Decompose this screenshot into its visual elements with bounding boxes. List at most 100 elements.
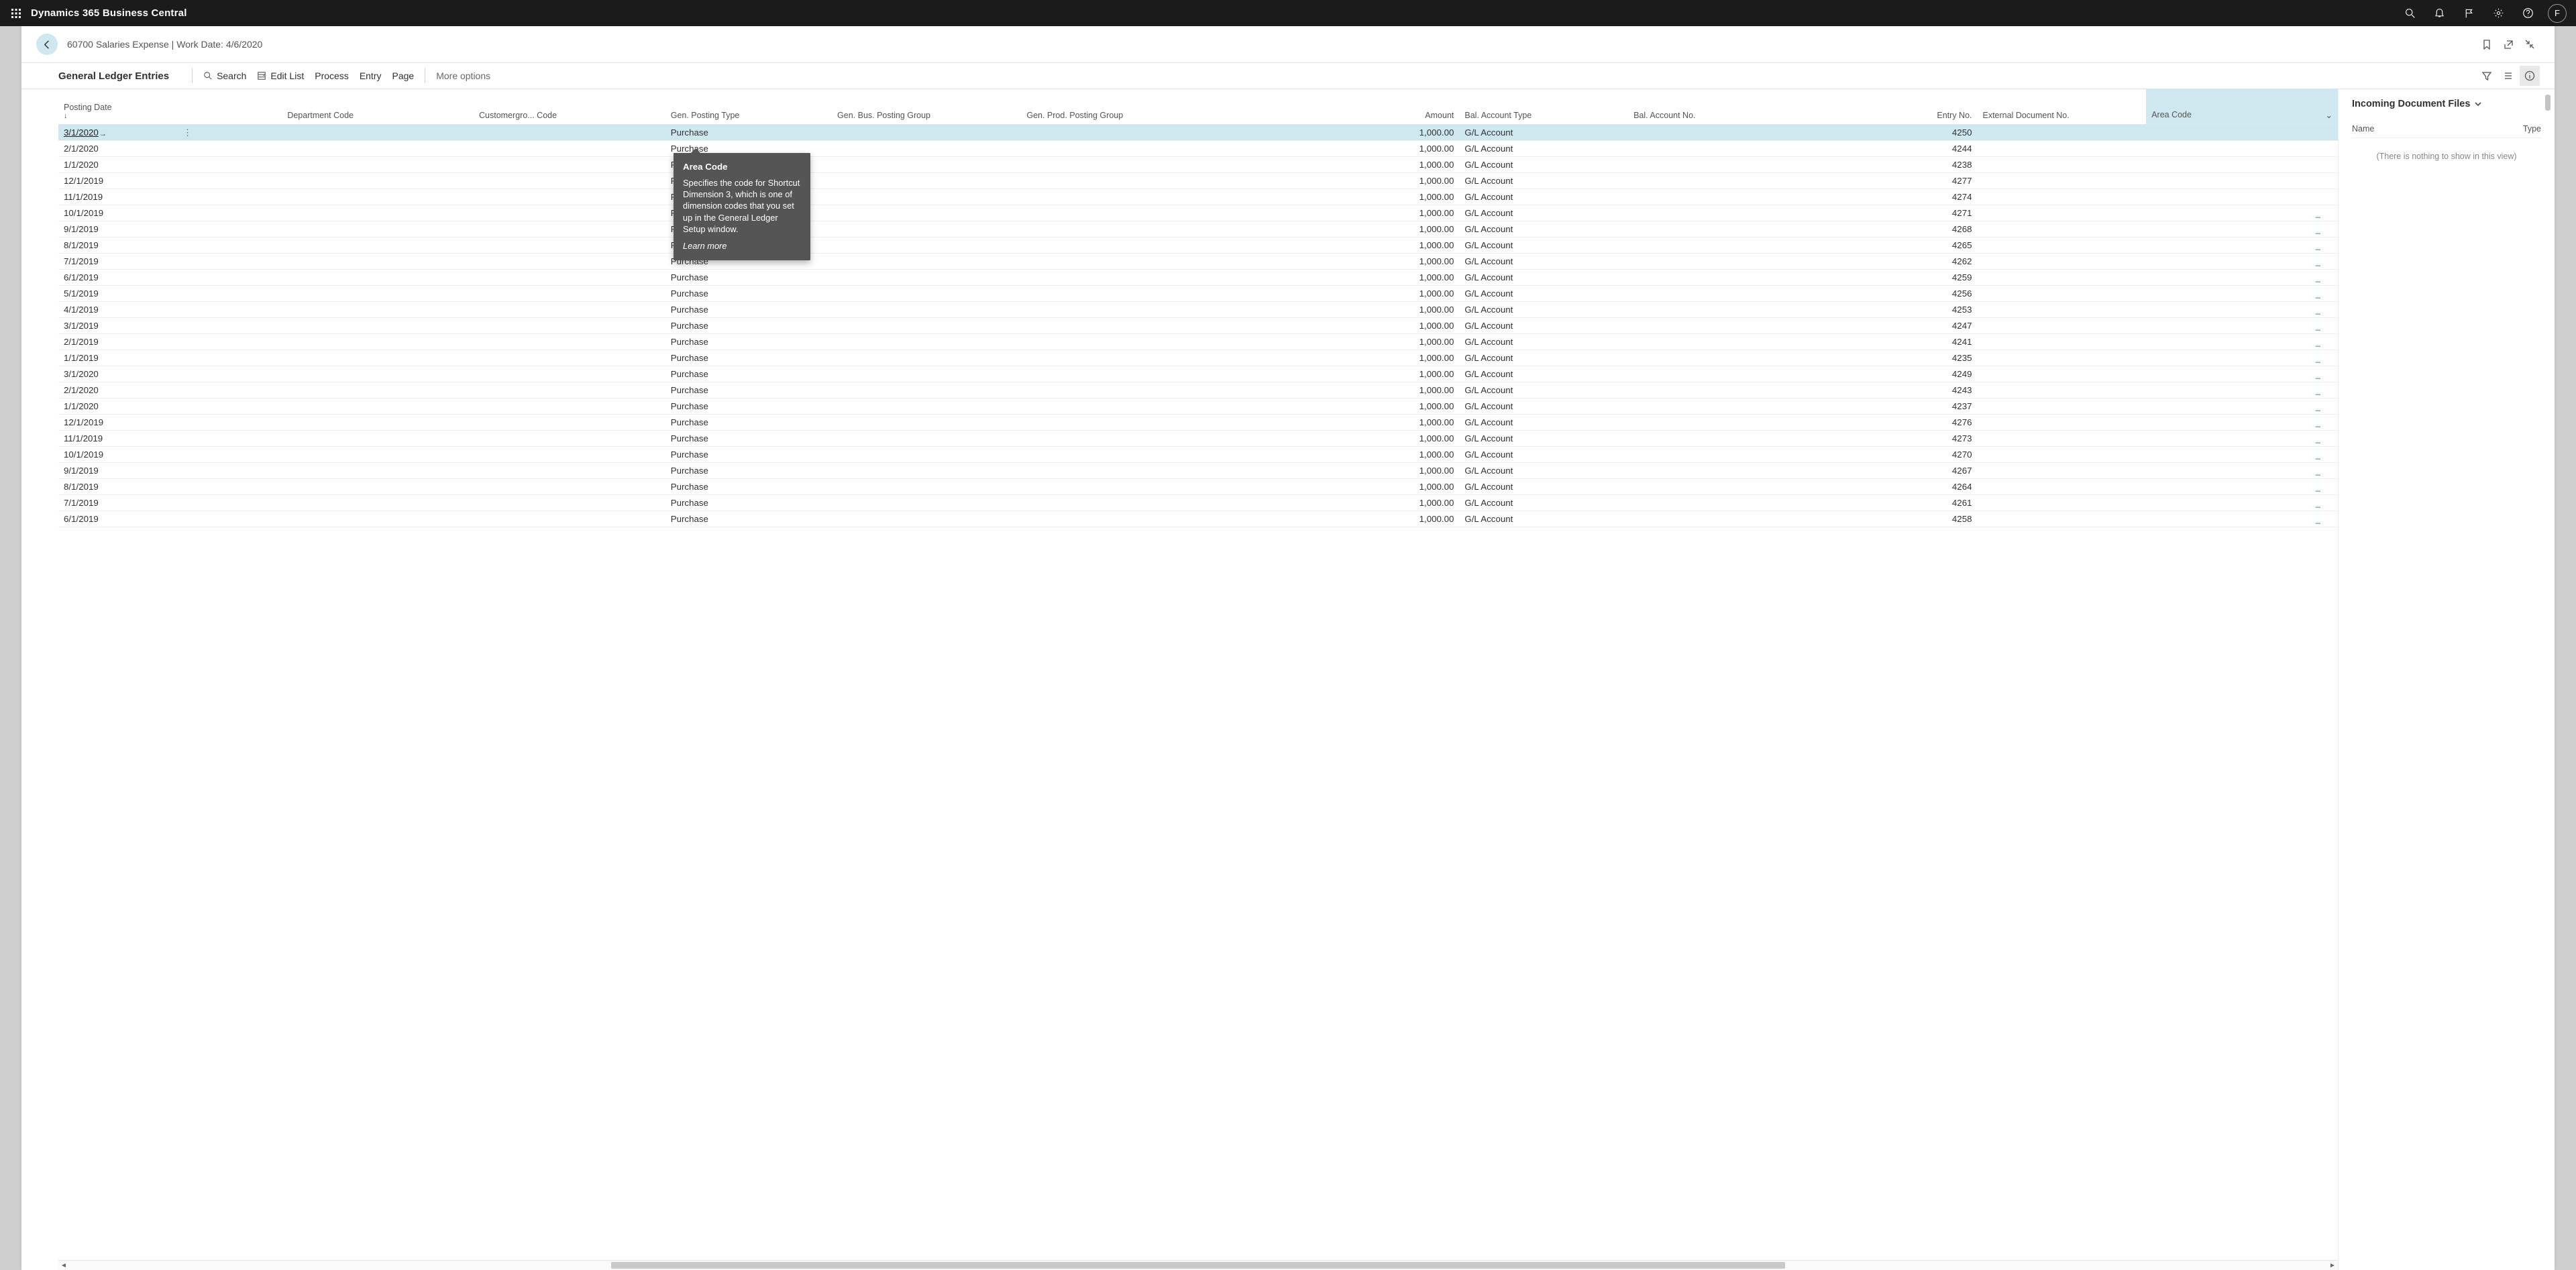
cell-amount[interactable]: 1,000.00 xyxy=(1249,366,1459,382)
table-row[interactable]: 3/1/2020Purchase1,000.00G/L Account4249_ xyxy=(58,366,2338,382)
cell-gen-bus-group[interactable] xyxy=(832,205,1021,221)
cell-amount[interactable]: 1,000.00 xyxy=(1249,462,1459,478)
cell-entry-no[interactable]: 4244 xyxy=(1845,140,1977,156)
cell-area-code[interactable]: _ xyxy=(2146,205,2338,221)
cell-entry-no[interactable]: 4235 xyxy=(1845,350,1977,366)
factbox-scrollbar[interactable] xyxy=(2545,95,2551,111)
cell-area-code[interactable]: _ xyxy=(2146,253,2338,269)
settings-icon[interactable] xyxy=(2485,0,2512,26)
filter-icon[interactable] xyxy=(2477,66,2497,86)
cell-gen-posting-type[interactable]: Purchase xyxy=(665,350,832,366)
cell-area-code[interactable]: _ xyxy=(2146,221,2338,237)
cell-amount[interactable]: 1,000.00 xyxy=(1249,478,1459,494)
cell-bal-account-type[interactable]: G/L Account xyxy=(1459,156,1628,172)
cell-bal-account-type[interactable]: G/L Account xyxy=(1459,124,1628,140)
cell-amount[interactable]: 1,000.00 xyxy=(1249,285,1459,301)
cell-gen-bus-group[interactable] xyxy=(832,478,1021,494)
cell-ext-doc-no[interactable] xyxy=(1978,350,2147,366)
table-row[interactable]: 1/1/2020Purchase1,000.00G/L Account4238 xyxy=(58,156,2338,172)
cell-bal-account-no[interactable] xyxy=(1628,253,1845,269)
cell-bal-account-type[interactable]: G/L Account xyxy=(1459,333,1628,350)
cell-gen-posting-type[interactable]: Purchase xyxy=(665,398,832,414)
cell-gen-bus-group[interactable] xyxy=(832,140,1021,156)
posting-date-link[interactable]: 3/1/2020 xyxy=(64,127,99,138)
cell-amount[interactable]: 1,000.00 xyxy=(1249,221,1459,237)
cell-entry-no[interactable]: 4273 xyxy=(1845,430,1977,446)
cell-entry-no[interactable]: 4259 xyxy=(1845,269,1977,285)
cell-bal-account-no[interactable] xyxy=(1628,269,1845,285)
cell-ext-doc-no[interactable] xyxy=(1978,430,2147,446)
cell-customer-group[interactable] xyxy=(474,156,665,172)
cell-bal-account-no[interactable] xyxy=(1628,478,1845,494)
cell-amount[interactable]: 1,000.00 xyxy=(1249,189,1459,205)
cell-bal-account-type[interactable]: G/L Account xyxy=(1459,221,1628,237)
cell-customer-group[interactable] xyxy=(474,172,665,189)
cell-amount[interactable]: 1,000.00 xyxy=(1249,124,1459,140)
cell-gen-posting-type[interactable]: Purchase xyxy=(665,301,832,317)
cell-amount[interactable]: 1,000.00 xyxy=(1249,333,1459,350)
cell-bal-account-type[interactable]: G/L Account xyxy=(1459,189,1628,205)
cell-department[interactable] xyxy=(282,366,474,382)
cell-entry-no[interactable]: 4262 xyxy=(1845,253,1977,269)
cell-gen-posting-type[interactable]: Purchase xyxy=(665,478,832,494)
cell-department[interactable] xyxy=(282,124,474,140)
cell-area-code[interactable]: _ xyxy=(2146,511,2338,527)
table-row[interactable]: 7/1/2019Purchase1,000.00G/L Account4261_ xyxy=(58,494,2338,511)
cell-gen-prod-group[interactable] xyxy=(1021,494,1249,511)
col-gen-bus-group[interactable]: Gen. Bus. Posting Group xyxy=(832,89,1021,124)
cell-amount[interactable]: 1,000.00 xyxy=(1249,269,1459,285)
cell-posting-date[interactable]: 11/1/2019 xyxy=(58,430,282,446)
cell-amount[interactable]: 1,000.00 xyxy=(1249,317,1459,333)
cell-customer-group[interactable] xyxy=(474,511,665,527)
cell-entry-no[interactable]: 4253 xyxy=(1845,301,1977,317)
cell-gen-posting-type[interactable]: Purchase xyxy=(665,446,832,462)
cell-ext-doc-no[interactable] xyxy=(1978,156,2147,172)
cell-ext-doc-no[interactable] xyxy=(1978,446,2147,462)
cell-department[interactable] xyxy=(282,269,474,285)
table-row[interactable]: 8/1/2019Purchase1,000.00G/L Account4265_ xyxy=(58,237,2338,253)
cell-bal-account-type[interactable]: G/L Account xyxy=(1459,269,1628,285)
notifications-icon[interactable] xyxy=(2426,0,2453,26)
cell-department[interactable] xyxy=(282,156,474,172)
cell-department[interactable] xyxy=(282,285,474,301)
cell-bal-account-type[interactable]: G/L Account xyxy=(1459,172,1628,189)
factbox-header[interactable]: Incoming Document Files xyxy=(2352,99,2541,109)
cell-gen-prod-group[interactable] xyxy=(1021,205,1249,221)
table-row[interactable]: 3/1/2019Purchase1,000.00G/L Account4247_ xyxy=(58,317,2338,333)
cell-bal-account-no[interactable] xyxy=(1628,189,1845,205)
cell-area-code[interactable]: _ xyxy=(2146,478,2338,494)
cell-gen-prod-group[interactable] xyxy=(1021,189,1249,205)
col-gen-posting-type[interactable]: Gen. Posting Type xyxy=(665,89,832,124)
cell-entry-no[interactable]: 4241 xyxy=(1845,333,1977,350)
cell-posting-date[interactable]: 10/1/2019 xyxy=(58,446,282,462)
cell-bal-account-type[interactable]: G/L Account xyxy=(1459,430,1628,446)
cell-posting-date[interactable]: 1/1/2020 xyxy=(58,156,282,172)
cell-ext-doc-no[interactable] xyxy=(1978,382,2147,398)
process-command[interactable]: Process xyxy=(309,68,354,84)
cell-department[interactable] xyxy=(282,414,474,430)
col-department[interactable]: Department Code xyxy=(282,89,474,124)
cell-bal-account-no[interactable] xyxy=(1628,140,1845,156)
cell-ext-doc-no[interactable] xyxy=(1978,269,2147,285)
cell-department[interactable] xyxy=(282,333,474,350)
cell-gen-bus-group[interactable] xyxy=(832,237,1021,253)
tooltip-learn-more[interactable]: Learn more xyxy=(683,240,801,252)
table-row[interactable]: 2/1/2020Purchase1,000.00G/L Account4244 xyxy=(58,140,2338,156)
cell-amount[interactable]: 1,000.00 xyxy=(1249,172,1459,189)
cell-gen-bus-group[interactable] xyxy=(832,189,1021,205)
cell-gen-prod-group[interactable] xyxy=(1021,124,1249,140)
cell-customer-group[interactable] xyxy=(474,478,665,494)
cell-entry-no[interactable]: 4247 xyxy=(1845,317,1977,333)
col-amount[interactable]: Amount xyxy=(1249,89,1459,124)
info-pane-icon[interactable] xyxy=(2520,66,2540,86)
cell-ext-doc-no[interactable] xyxy=(1978,253,2147,269)
cell-amount[interactable]: 1,000.00 xyxy=(1249,253,1459,269)
cell-bal-account-no[interactable] xyxy=(1628,285,1845,301)
cell-bal-account-no[interactable] xyxy=(1628,317,1845,333)
table-row[interactable]: 5/1/2019Purchase1,000.00G/L Account4256_ xyxy=(58,285,2338,301)
cell-area-code[interactable]: _ xyxy=(2146,494,2338,511)
cell-department[interactable] xyxy=(282,462,474,478)
cell-gen-prod-group[interactable] xyxy=(1021,478,1249,494)
table-row[interactable]: 9/1/2019Purchase1,000.00G/L Account4268_ xyxy=(58,221,2338,237)
cell-ext-doc-no[interactable] xyxy=(1978,366,2147,382)
